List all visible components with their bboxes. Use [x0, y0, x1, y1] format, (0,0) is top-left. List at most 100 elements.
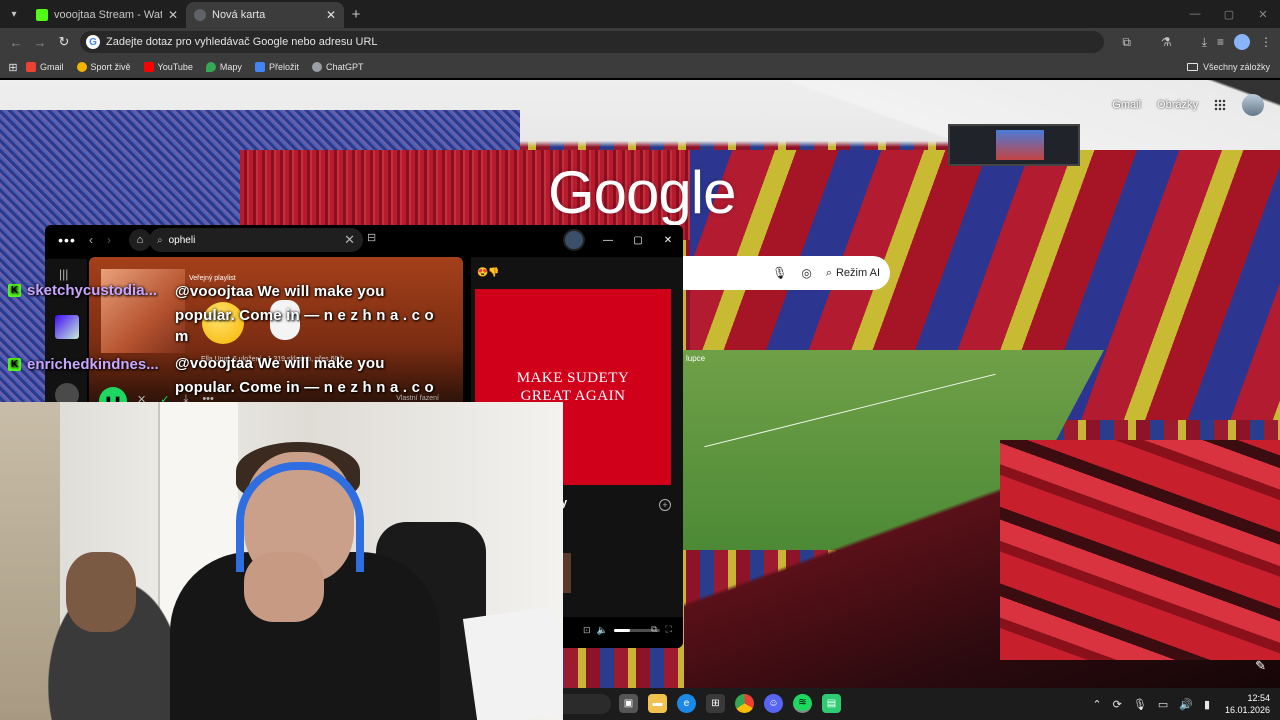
bookmark-label: Mapy — [219, 62, 242, 72]
discord-icon[interactable]: ☺ — [764, 694, 783, 713]
miniplayer-icon[interactable]: ⧉ — [651, 624, 657, 635]
minimize-icon[interactable]: — — [1178, 0, 1212, 28]
bookmark-sport-zive[interactable]: Sport živě — [76, 62, 131, 72]
desktop: ▾ vooojtaa Stream - Watch Live o ✕ Nová … — [0, 0, 1280, 720]
chevron-up-icon[interactable]: ⌃ — [1092, 698, 1101, 711]
taskbar-search[interactable] — [563, 694, 611, 714]
ai-mode-button[interactable]: ⌕ Režim AI — [826, 267, 880, 280]
liked-songs-icon[interactable] — [55, 315, 79, 339]
youtube-icon — [143, 62, 154, 72]
library-icon[interactable]: ||| — [59, 267, 68, 281]
kick-badge-icon: K — [8, 284, 21, 297]
back-icon[interactable]: ‹ — [89, 233, 107, 247]
download-icon[interactable]: ⤓ — [1202, 35, 1207, 50]
task-view-icon[interactable]: ▣ — [619, 694, 638, 713]
chat-username: enrichedkindnes... — [27, 356, 159, 373]
taskbar-clock[interactable]: 12:54 16.01.2026 — [1225, 692, 1270, 716]
profile-avatar[interactable] — [1234, 34, 1250, 50]
minimize-icon[interactable]: — — [593, 225, 623, 255]
tab-new-tab[interactable]: Nová karta ✕ — [186, 2, 344, 28]
account-avatar[interactable] — [1242, 94, 1264, 116]
gmail-icon — [26, 62, 36, 72]
ntp-search-box[interactable]: 🎙 ◎ ⌕ Režim AI — [650, 256, 890, 290]
chrome-icon[interactable] — [735, 694, 754, 713]
chat-text-line: popular. Come in — n e z h n a . c o — [175, 307, 434, 324]
folder-icon — [1186, 63, 1198, 71]
new-tab-button[interactable]: + — [344, 6, 368, 23]
close-window-icon[interactable]: ✕ — [653, 225, 683, 255]
search-value: opheli — [168, 234, 196, 246]
tab-close-icon[interactable]: ✕ — [168, 8, 178, 22]
chat-text-line: m — [175, 328, 189, 345]
back-icon[interactable]: ← — [4, 35, 28, 50]
bookmark-prelozit[interactable]: Přeložit — [254, 62, 299, 72]
forward-icon[interactable]: → — [28, 35, 52, 50]
microphone-icon[interactable]: 🎙 — [1133, 698, 1147, 711]
chat-message-text: @vooojtaa We will make you popular. Come… — [175, 280, 434, 346]
all-bookmarks[interactable]: Všechny záložky — [1186, 56, 1270, 78]
tab-close-icon[interactable]: ✕ — [326, 8, 336, 22]
close-window-icon[interactable]: ✕ — [1246, 0, 1280, 28]
bookmark-label: YouTube — [157, 62, 193, 72]
translate-icon — [254, 62, 265, 72]
chat-message-user: K enrichedkindnes... — [8, 356, 159, 373]
webcam-feed — [0, 402, 563, 720]
spotify-user-avatar[interactable] — [563, 229, 585, 251]
images-link[interactable]: Obrázky — [1157, 99, 1198, 111]
battery-icon[interactable]: ▮ — [1204, 698, 1210, 711]
bookmark-mapy[interactable]: Mapy — [205, 62, 242, 72]
tab-search-icon[interactable]: ▾ — [0, 0, 28, 28]
maximize-icon[interactable]: ▢ — [1212, 0, 1246, 28]
maps-pin-icon — [205, 62, 216, 72]
app-green-icon[interactable]: ▤ — [822, 694, 841, 713]
gmail-link[interactable]: Gmail — [1112, 99, 1141, 111]
home-icon[interactable]: ⌂ — [129, 229, 151, 251]
reload-icon[interactable]: ↻ — [52, 34, 76, 50]
bookmark-youtube[interactable]: YouTube — [143, 62, 193, 72]
scoreboard — [948, 124, 1080, 166]
customize-pencil-icon[interactable]: ✎ — [1255, 658, 1266, 674]
chat-message-user: K sketchycustodia... — [8, 282, 157, 299]
file-explorer-icon[interactable]: ▬ — [648, 694, 667, 713]
reading-list-icon[interactable]: ≡ — [1217, 35, 1224, 49]
maximize-icon[interactable]: ▢ — [623, 225, 653, 255]
speaker-icon[interactable]: 🔊 — [1179, 698, 1193, 711]
google-apps-icon[interactable] — [1214, 99, 1226, 111]
bookmark-label: Přeložit — [268, 62, 299, 72]
system-tray: ⌃ ⟳ 🎙 ▭ 🔊 ▮ — [1092, 688, 1210, 720]
tab-kick-stream[interactable]: vooojtaa Stream - Watch Live o ✕ — [28, 2, 186, 28]
volume-control: ⊡ 🔈 — [583, 625, 660, 636]
store-icon[interactable]: ⊞ — [706, 694, 725, 713]
bookmark-chatgpt[interactable]: ChatGPT — [311, 62, 363, 72]
apps-grid-icon[interactable]: ⊞ — [0, 61, 26, 74]
address-bar[interactable]: G Zadejte dotaz pro vyhledávač Google ne… — [80, 31, 1104, 53]
bookmark-gmail[interactable]: Gmail — [26, 62, 64, 72]
clear-icon[interactable]: ✕ — [344, 232, 355, 248]
browse-icon[interactable]: ⊟ — [367, 231, 376, 244]
spotify-menu-icon[interactable]: ••• — [45, 232, 89, 248]
browser-tab-bar: ▾ vooojtaa Stream - Watch Live o ✕ Nová … — [0, 0, 1280, 28]
chat-text-line: @vooojtaa We will make you — [175, 355, 385, 372]
forward-icon[interactable]: › — [107, 233, 125, 247]
extensions-icon[interactable]: ⧉ — [1122, 35, 1131, 50]
volume-icon[interactable]: 🔈 — [597, 625, 608, 636]
edge-icon[interactable]: e — [677, 694, 696, 713]
spotify-icon[interactable]: ≋ — [793, 694, 812, 713]
add-plus-icon[interactable]: + — [659, 499, 671, 511]
spotify-search-input[interactable]: ⌕ opheli ✕ — [149, 228, 363, 252]
menu-kebab-icon[interactable]: ⋮ — [1260, 35, 1272, 49]
chat-message-text: @vooojtaa We will make you popular. Come… — [175, 352, 434, 400]
google-lens-icon[interactable]: ◎ — [801, 266, 811, 280]
chrome-favicon-icon — [194, 9, 206, 21]
ai-mode-label: Režim AI — [835, 267, 880, 279]
mic-icon[interactable]: 🎙 — [772, 266, 787, 280]
sync-icon[interactable]: ⟳ — [1113, 698, 1122, 711]
chat-username: sketchycustodia... — [27, 282, 158, 299]
flask-labs-icon[interactable]: ⚗ — [1161, 35, 1172, 49]
lyrics-icon[interactable]: ⊡ — [583, 625, 591, 636]
fullscreen-icon[interactable]: ⛶ — [665, 624, 671, 635]
network-icon[interactable]: ▭ — [1158, 698, 1168, 711]
crowd-red-cards — [1000, 440, 1280, 660]
clock-time: 12:54 — [1247, 693, 1270, 703]
spotify-window-controls: — ▢ ✕ — [593, 225, 683, 255]
